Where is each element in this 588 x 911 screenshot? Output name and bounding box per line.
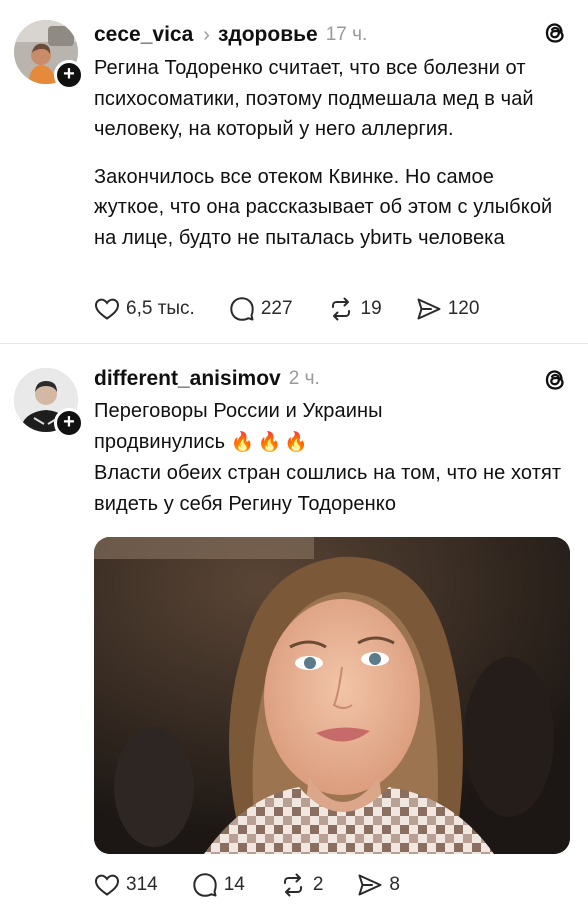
comment-icon <box>230 297 254 321</box>
post-line-with-emoji: продвинулись 🔥🔥🔥 <box>94 427 568 459</box>
post-2: + different_anisimov 2 ч. Переговоры Рос… <box>0 345 588 911</box>
follow-plus-button[interactable]: + <box>54 60 84 90</box>
like-button[interactable]: 314 <box>94 873 158 897</box>
username[interactable]: different_anisimov <box>94 367 281 391</box>
repost-button[interactable]: 2 <box>279 873 324 897</box>
topic-tag[interactable]: здоровье <box>218 23 318 47</box>
follow-plus-button[interactable]: + <box>54 408 84 438</box>
post-text: Переговоры России и Украины продвинулись… <box>94 396 568 519</box>
woman-portrait-photo-icon <box>94 537 570 854</box>
username[interactable]: cece_vica <box>94 23 193 47</box>
post-actions: 314 14 2 8 <box>94 872 400 898</box>
post-content: cece_vica › здоровье 17 ч. Регина Тодоре… <box>94 19 568 253</box>
comment-count: 14 <box>223 874 245 895</box>
timestamp: 2 ч. <box>288 368 320 389</box>
post-content: different_anisimov 2 ч. Переговоры Росси… <box>94 363 568 519</box>
comment-button[interactable]: 227 <box>229 296 293 322</box>
like-count: 314 <box>126 874 158 895</box>
repost-icon <box>283 873 302 897</box>
share-button[interactable]: 8 <box>357 873 400 897</box>
post-line-text: продвинулись <box>94 430 226 453</box>
post-paragraph: Закончилось все отеком Квинке. Но самое … <box>94 165 553 249</box>
like-button[interactable]: 6,5 тыс. <box>94 297 195 321</box>
heart-icon <box>94 874 120 896</box>
repost-button[interactable]: 19 <box>327 297 382 321</box>
comment-count: 227 <box>260 298 293 319</box>
share-count: 120 <box>447 298 480 319</box>
chevron-right-icon: › <box>203 23 210 46</box>
fire-emoji: 🔥🔥🔥 <box>230 431 311 453</box>
heart-icon <box>94 298 120 320</box>
post-photo[interactable] <box>94 537 570 854</box>
repost-count: 19 <box>360 298 382 319</box>
post-header: different_anisimov 2 ч. <box>94 363 568 395</box>
repost-count: 2 <box>312 874 324 895</box>
timestamp: 17 ч. <box>325 24 368 45</box>
threads-logo-icon[interactable] <box>542 367 568 393</box>
avatar-wrap[interactable]: + <box>14 368 84 438</box>
avatar-wrap[interactable]: + <box>14 20 84 90</box>
repost-icon <box>331 297 350 321</box>
post-text: Регина Тодоренко считает, что все болезн… <box>94 53 568 253</box>
post-paragraph: Власти обеих стран сошлись на том, что н… <box>94 462 562 515</box>
share-count: 8 <box>389 874 400 895</box>
comment-icon <box>193 873 217 897</box>
post-paragraph: Регина Тодоренко считает, что все болезн… <box>94 57 534 140</box>
post-line: Переговоры России и Украины <box>94 400 383 422</box>
threads-logo-icon[interactable] <box>542 20 568 46</box>
send-icon <box>358 874 382 896</box>
share-button[interactable]: 120 <box>416 297 480 321</box>
comment-button[interactable]: 14 <box>192 872 245 898</box>
send-icon <box>417 298 441 320</box>
like-count: 6,5 тыс. <box>126 298 195 319</box>
post-divider <box>0 343 588 344</box>
post-actions: 6,5 тыс. 227 19 120 <box>94 296 479 322</box>
post-header: cece_vica › здоровье 17 ч. <box>94 19 568 51</box>
post-1: + cece_vica › здоровье 17 ч. Регина Тодо… <box>0 0 588 344</box>
